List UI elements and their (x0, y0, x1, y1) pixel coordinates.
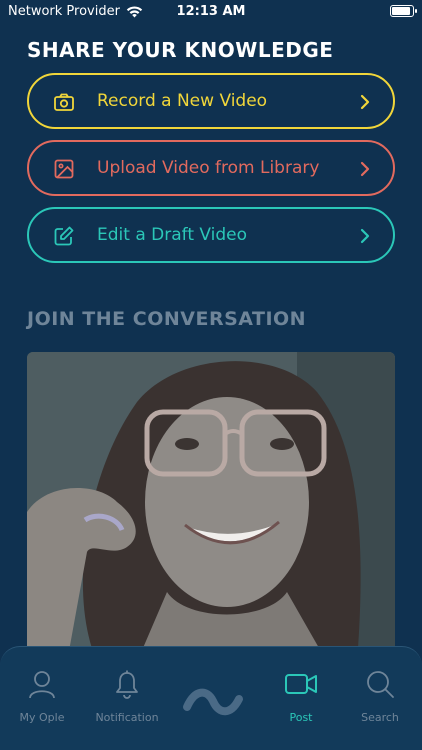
bell-icon (116, 670, 138, 699)
chevron-right-icon (360, 94, 370, 110)
tab-search[interactable]: Search (338, 669, 422, 735)
upload-video-label: Upload Video from Library (97, 158, 320, 178)
record-new-video-button[interactable]: Record a New Video (27, 73, 395, 129)
video-camera-icon (285, 674, 317, 694)
status-right (390, 5, 417, 17)
chevron-right-icon (360, 228, 370, 244)
conversation-video-thumbnail[interactable] (27, 352, 395, 662)
record-new-video-label: Record a New Video (97, 91, 268, 111)
edit-draft-video-button[interactable]: Edit a Draft Video (27, 207, 395, 263)
user-icon (29, 671, 55, 699)
share-section-title: SHARE YOUR KNOWLEDGE (27, 38, 334, 62)
edit-icon (54, 226, 74, 246)
battery-icon (390, 5, 417, 17)
join-section-title: JOIN THE CONVERSATION (27, 308, 307, 330)
upload-video-button[interactable]: Upload Video from Library (27, 140, 395, 196)
video-thumbnail-image (27, 352, 395, 662)
camera-icon (54, 93, 74, 111)
tab-my-ople[interactable]: My Ople (0, 669, 84, 735)
tab-post-label: Post (289, 711, 313, 724)
status-bar: Network Provider 12:13 AM (0, 0, 422, 26)
tab-bar: My Ople Notification Post Search (0, 646, 422, 750)
tab-notification-label: Notification (95, 711, 159, 724)
tab-my-ople-label: My Ople (19, 711, 65, 724)
tab-search-label: Search (361, 711, 399, 724)
wave-logo-icon (183, 688, 243, 716)
image-icon (54, 159, 74, 179)
chevron-right-icon (360, 161, 370, 177)
tab-home-logo[interactable] (181, 683, 245, 723)
tab-post[interactable]: Post (259, 669, 343, 735)
edit-draft-video-label: Edit a Draft Video (97, 225, 248, 245)
tab-notification[interactable]: Notification (85, 669, 169, 735)
search-icon (367, 671, 394, 698)
status-time: 12:13 AM (176, 4, 246, 19)
